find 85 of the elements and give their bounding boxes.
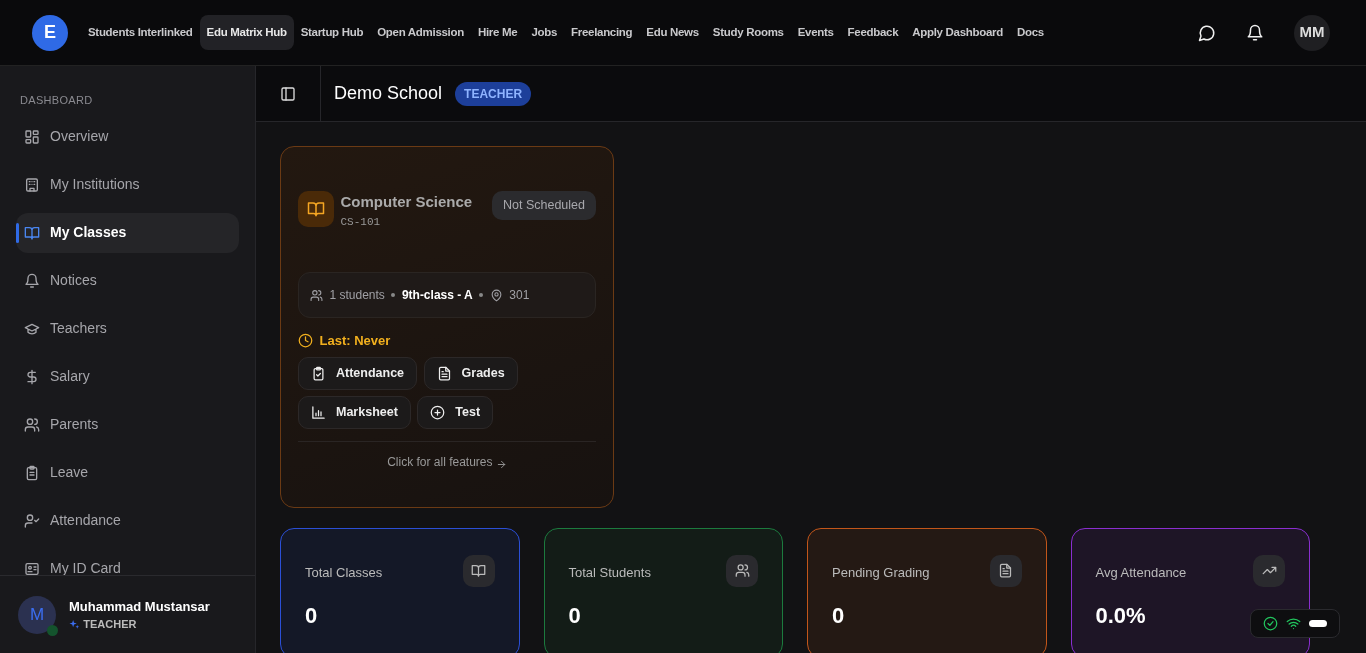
- role-tag: TEACHER: [455, 81, 532, 106]
- sparkle-icon: [69, 618, 80, 630]
- nav-link[interactable]: Events: [790, 14, 841, 51]
- stat-value: 0: [568, 604, 581, 627]
- nav-link[interactable]: Study Rooms: [705, 14, 791, 51]
- user-role: TEACHER: [83, 617, 137, 632]
- sidebar-item[interactable]: My ID Card: [16, 548, 239, 575]
- nav-link[interactable]: Jobs: [524, 14, 565, 51]
- class-section: 9th-class - A: [401, 286, 473, 304]
- chat-icon: [1198, 24, 1216, 43]
- all-features-link[interactable]: Click for all features: [387, 455, 507, 469]
- bell-icon: [24, 272, 40, 289]
- nav-link[interactable]: Feedback: [840, 14, 906, 51]
- stat-label: Avg Attendance: [1095, 563, 1187, 582]
- user-name: Muhammad Mustansar: [69, 597, 210, 616]
- location-pin-icon: [489, 288, 503, 302]
- dashboard-icon: [24, 128, 40, 145]
- user-avatar[interactable]: MM: [1294, 14, 1330, 51]
- bar-chart-icon: [311, 405, 326, 421]
- sidebar-item[interactable]: Parents: [16, 404, 239, 445]
- nav-link[interactable]: Edu Matrix Hub: [199, 14, 294, 51]
- nav-link[interactable]: Startup Hub: [293, 14, 371, 51]
- bell-icon: [1246, 24, 1264, 43]
- logo[interactable]: E: [32, 14, 68, 51]
- sidebar-item[interactable]: Attendance: [16, 500, 239, 541]
- action-button[interactable]: Marksheet: [298, 396, 411, 429]
- id-card-icon: [24, 560, 40, 575]
- sidebar-item[interactable]: My Classes: [16, 212, 239, 253]
- wifi-icon: [1286, 615, 1301, 631]
- sidebar-item[interactable]: Salary: [16, 356, 239, 397]
- last-session: Last: Never: [319, 332, 391, 350]
- stat-label: Total Students: [568, 563, 651, 582]
- document-icon: [436, 365, 452, 381]
- check-icon: [1263, 615, 1278, 631]
- stat-value: 0: [305, 604, 318, 627]
- separator-dot: [391, 293, 396, 297]
- room-number: 301: [509, 287, 530, 304]
- nav-link[interactable]: Freelancing: [564, 14, 640, 51]
- nav-link[interactable]: Edu News: [639, 14, 706, 51]
- sidebar-item[interactable]: My Institutions: [16, 164, 239, 205]
- messages-button[interactable]: [1198, 22, 1216, 43]
- arrow-icon: [495, 459, 507, 471]
- toggle-pill-icon: [1309, 619, 1327, 627]
- clipboard-check-icon: [311, 365, 326, 381]
- document-icon: [998, 563, 1013, 578]
- action-button[interactable]: Grades: [423, 357, 518, 390]
- student-count: 1 students: [329, 287, 385, 304]
- sidebar-item[interactable]: Teachers: [16, 308, 239, 349]
- sidebar-toggle[interactable]: [280, 85, 296, 102]
- nav-link[interactable]: Docs: [1010, 14, 1051, 51]
- sidebar-item[interactable]: Leave: [16, 452, 239, 493]
- users-icon: [24, 416, 40, 433]
- stat-label: Total Classes: [305, 563, 383, 582]
- sidebar-item[interactable]: Notices: [16, 260, 239, 301]
- users-icon: [734, 563, 750, 578]
- users-icon: [310, 288, 323, 302]
- status-tag: Not Scheduled: [492, 191, 596, 220]
- nav-link[interactable]: Hire Me: [470, 14, 525, 51]
- separator-dot: [479, 293, 484, 297]
- nav-link[interactable]: Open Admission: [370, 14, 471, 51]
- clipboard-icon: [24, 464, 40, 481]
- stat-label: Pending Grading: [832, 563, 930, 582]
- notifications-button[interactable]: [1246, 22, 1264, 43]
- page-title: Demo School: [334, 82, 443, 105]
- dollar-icon: [24, 368, 40, 385]
- class-code: CS-101: [340, 214, 382, 230]
- nav-link[interactable]: Apply Dashboard: [905, 14, 1010, 51]
- action-button[interactable]: Test: [417, 396, 494, 429]
- action-button[interactable]: Attendance: [298, 357, 418, 390]
- class-name: Computer Science: [340, 192, 474, 212]
- nav-link[interactable]: Students Interlinked: [81, 14, 200, 51]
- book-icon: [307, 200, 325, 218]
- stat-value: 0.0%: [1095, 604, 1146, 627]
- stat-value: 0: [832, 604, 845, 627]
- sidebar-item[interactable]: Overview: [16, 116, 239, 157]
- section-heading: DASHBOARD: [19, 93, 94, 108]
- book-icon: [471, 563, 486, 578]
- user-check-icon: [24, 512, 40, 529]
- clock-icon: [298, 333, 313, 349]
- panel-icon: [280, 85, 296, 102]
- user-avatar: M: [18, 595, 56, 634]
- plus-circle-icon: [430, 405, 446, 421]
- building-icon: [24, 176, 40, 193]
- book-icon: [24, 224, 40, 241]
- class-card[interactable]: Computer Science CS-101 Not Scheduled 1 students 9th-class - A 301 Last: Never Attendance Grades Marksheet Test Click for all features: [280, 146, 614, 508]
